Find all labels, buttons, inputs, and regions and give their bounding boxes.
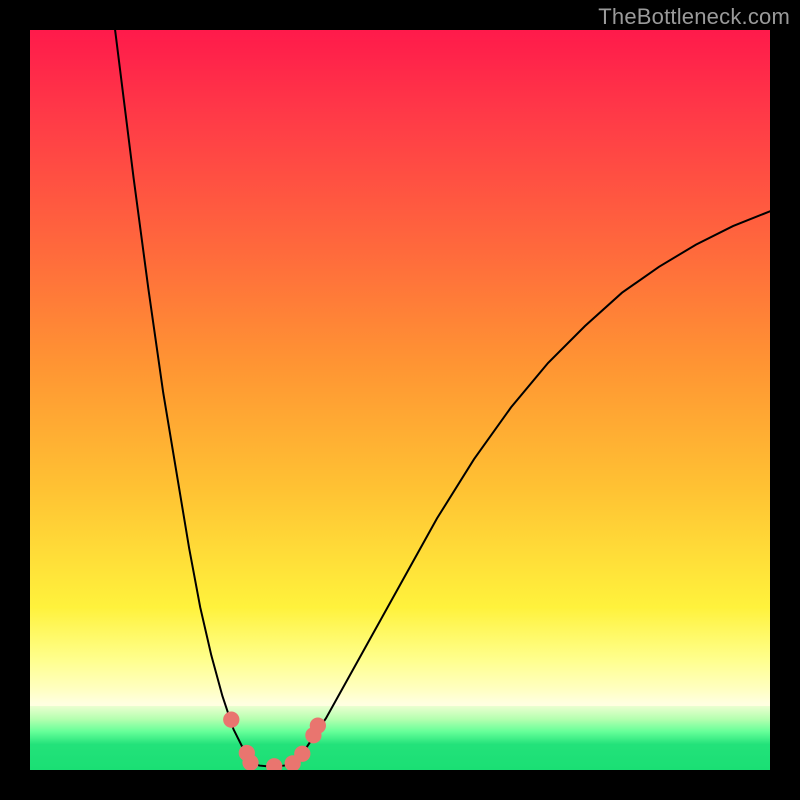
data-point-marker [294, 746, 310, 762]
data-point-marker [223, 712, 239, 728]
data-point-marker [310, 717, 326, 733]
watermark-text: TheBottleneck.com [598, 4, 790, 30]
bottleneck-curve [115, 30, 770, 766]
plot-area [30, 30, 770, 770]
data-point-marker [266, 758, 282, 770]
curve-layer [30, 30, 770, 770]
chart-stage: TheBottleneck.com [0, 0, 800, 800]
data-point-marker [242, 754, 258, 770]
